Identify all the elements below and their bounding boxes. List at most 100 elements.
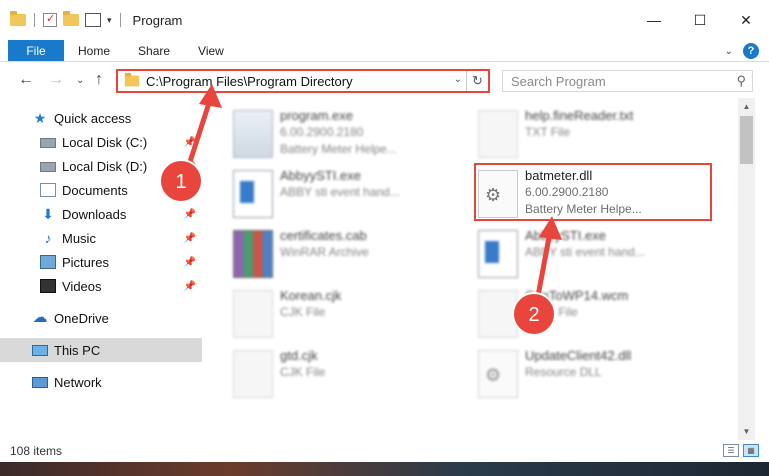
documents-icon	[40, 183, 56, 197]
download-icon: ⬇	[42, 206, 54, 222]
file-item[interactable]: Korean.cjk CJK File	[233, 288, 473, 348]
minimize-button[interactable]: —	[631, 0, 677, 40]
music-icon: ♪	[44, 230, 52, 246]
tab-view[interactable]: View	[184, 40, 238, 61]
search-input[interactable]: Search Program ⚲	[502, 70, 753, 92]
file-item[interactable]: ⚙ UpdateClient42.dll Resource DLL	[478, 348, 718, 408]
properties-check-icon[interactable]	[43, 12, 57, 27]
file-name: gtd.cjk	[280, 348, 318, 363]
sidebar-item-onedrive[interactable]: ☁ OneDrive	[0, 306, 202, 330]
file-version: 6.00.2900.2180	[280, 125, 364, 139]
scroll-down-icon[interactable]: ▼	[738, 423, 755, 440]
pin-icon: 📌	[183, 256, 196, 268]
sidebar-item-pictures[interactable]: Pictures 📌	[0, 250, 202, 274]
address-path[interactable]: C:\Program Files\Program Directory	[146, 74, 353, 89]
exe-file-icon	[478, 230, 518, 278]
pin-icon: 📌	[183, 232, 196, 244]
chevron-down-icon[interactable]: ⌄	[454, 74, 462, 85]
file-description: Battery Meter Helpe...	[280, 142, 397, 156]
generic-file-icon	[478, 290, 518, 338]
gear-icon: ⚙	[485, 365, 502, 385]
sidebar-item-label: Quick access	[54, 110, 132, 126]
up-arrow-icon[interactable]: ↑	[95, 71, 103, 89]
sidebar-item-label: Downloads	[62, 206, 127, 222]
sidebar-item-label: Documents	[62, 182, 128, 198]
file-name: Korean.cjk	[280, 288, 342, 303]
back-arrow-icon[interactable]: ←	[18, 71, 34, 89]
expand-ribbon-icon[interactable]: ⌄	[725, 46, 733, 57]
generic-file-icon	[233, 290, 273, 338]
file-item[interactable]: gtd.cjk CJK File	[233, 348, 473, 408]
file-list: program.exe 6.00.2900.2180 Battery Meter…	[205, 98, 738, 440]
sidebar-item-documents[interactable]: Documents 📌	[0, 178, 202, 202]
network-icon	[32, 376, 48, 388]
file-item[interactable]: ConToWP14.wcm WCM File	[478, 288, 718, 348]
sidebar-item-local-disk-c[interactable]: Local Disk (C:) 📌	[0, 130, 202, 154]
search-icon[interactable]: ⚲	[736, 73, 746, 89]
view-options-icon[interactable]	[85, 13, 101, 27]
generic-file-icon	[233, 350, 273, 398]
pin-icon: 📌	[183, 160, 196, 172]
sidebar-item-label: Pictures	[62, 254, 109, 270]
desktop-edge	[0, 462, 769, 476]
sidebar-item-label: Videos	[62, 278, 102, 294]
help-icon[interactable]: ?	[743, 43, 759, 59]
status-bar: 108 items ☰ ▦	[0, 440, 769, 462]
details-view-icon[interactable]: ☰	[723, 444, 739, 457]
recent-dropdown-icon[interactable]: ⌄	[76, 75, 84, 86]
sidebar-item-label: Local Disk (D:)	[62, 158, 148, 174]
file-description: ABBY sti event hand...	[525, 245, 645, 259]
drive-icon	[40, 162, 56, 172]
tiles-view-icon[interactable]: ▦	[743, 444, 759, 457]
sidebar-item-music[interactable]: ♪ Music 📌	[0, 226, 202, 250]
tab-share[interactable]: Share	[124, 40, 184, 61]
file-type: TXT File	[525, 125, 571, 139]
quick-access-toolbar: ▾	[0, 11, 123, 27]
address-bar[interactable]: C:\Program Files\Program Directory ⌄ ↻	[116, 69, 490, 93]
drive-icon	[40, 138, 56, 148]
sidebar-item-label: Music	[62, 230, 96, 246]
sidebar-item-local-disk-d[interactable]: Local Disk (D:) 📌	[0, 154, 202, 178]
folder-icon[interactable]	[10, 11, 26, 26]
pictures-icon	[40, 255, 56, 269]
file-item[interactable]: program.exe 6.00.2900.2180 Battery Meter…	[233, 108, 473, 168]
refresh-icon[interactable]: ↻	[466, 71, 488, 91]
file-name: AbbyySTI.exe	[525, 228, 606, 243]
file-name: ConToWP14.wcm	[525, 288, 629, 303]
tab-file[interactable]: File	[8, 40, 64, 61]
window-title: Program	[132, 12, 183, 28]
tab-home[interactable]: Home	[64, 40, 124, 61]
item-count: 108 items	[10, 444, 63, 458]
file-item[interactable]: AbbyySTI.exe ABBY sti event hand...	[478, 228, 718, 288]
folder-icon	[124, 72, 140, 87]
vertical-scrollbar[interactable]: ▲ ▼	[738, 98, 755, 440]
forward-arrow-icon[interactable]: →	[48, 71, 64, 89]
scroll-up-icon[interactable]: ▲	[738, 98, 755, 115]
archive-file-icon	[233, 230, 273, 278]
close-button[interactable]: ✕	[723, 0, 769, 40]
videos-icon	[40, 279, 56, 293]
sidebar-item-videos[interactable]: Videos 📌	[0, 274, 202, 298]
sidebar-item-this-pc[interactable]: This PC	[0, 338, 202, 362]
maximize-button[interactable]: ☐	[677, 0, 723, 40]
sidebar-item-label: This PC	[54, 342, 101, 358]
sidebar-item-quick-access[interactable]: ★ Quick access	[0, 106, 202, 130]
exe-file-icon	[233, 170, 273, 218]
file-item[interactable]: certificates.cab WinRAR Archive	[233, 228, 473, 288]
file-type: Resource DLL	[525, 365, 602, 379]
exe-file-icon	[233, 110, 273, 158]
sidebar-item-network[interactable]: Network	[0, 370, 202, 394]
file-item[interactable]: AbbyySTI.exe ABBY sti event hand...	[233, 168, 473, 228]
sidebar-item-label: Local Disk (C:)	[62, 134, 148, 150]
pin-icon: 📌	[183, 208, 196, 220]
title-bar: ▾ Program — ☐ ✕	[0, 0, 769, 40]
file-name: program.exe	[280, 108, 353, 123]
qat-dropdown-icon[interactable]: ▾	[107, 15, 112, 26]
file-item[interactable]: help.fineReader.txt TXT File	[478, 108, 718, 168]
sidebar-item-downloads[interactable]: ⬇ Downloads 📌	[0, 202, 202, 226]
scrollbar-thumb[interactable]	[740, 116, 753, 164]
dll-file-icon: ⚙	[478, 350, 518, 398]
computer-icon	[32, 344, 48, 356]
file-type: WinRAR Archive	[280, 245, 369, 259]
new-folder-icon[interactable]	[63, 11, 79, 26]
